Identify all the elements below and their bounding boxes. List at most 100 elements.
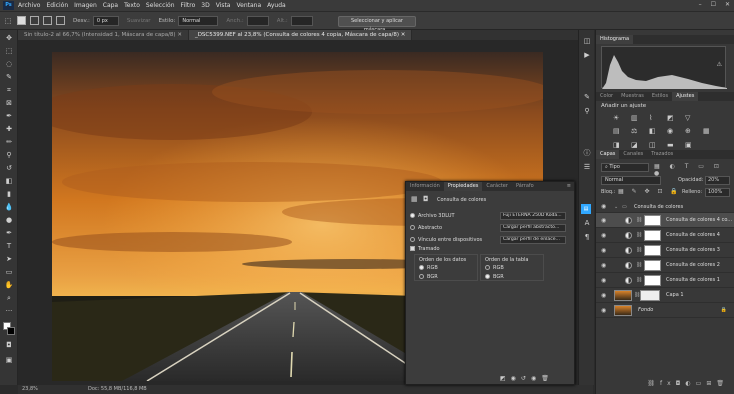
frame-tool-icon[interactable]: ⊠ bbox=[4, 98, 14, 108]
layer-thumbnail[interactable] bbox=[614, 305, 632, 316]
menu-ventana[interactable]: Ventana bbox=[236, 2, 261, 9]
blur-tool-icon[interactable]: 💧 bbox=[4, 202, 14, 212]
blend-mode-select[interactable]: Normal bbox=[601, 176, 661, 185]
visibility-eye-icon[interactable]: ◉ bbox=[601, 213, 606, 228]
new-layer-icon[interactable]: ⊞ bbox=[706, 380, 716, 387]
paragraph-panel-icon[interactable]: ¶ bbox=[582, 232, 592, 242]
channel-mixer-icon[interactable]: ⊕ bbox=[685, 127, 697, 136]
view-previous-icon[interactable]: ◉ bbox=[511, 375, 521, 382]
layer-mask-thumbnail[interactable] bbox=[644, 260, 661, 271]
menu-texto[interactable]: Texto bbox=[124, 2, 140, 9]
tab-propiedades[interactable]: Propiedades bbox=[443, 182, 483, 191]
add-selection-icon[interactable] bbox=[30, 16, 39, 25]
layer-row[interactable]: ◉ ⛓ Consulta de colores 2 bbox=[596, 258, 734, 273]
clone-source-icon[interactable]: ⚲ bbox=[582, 106, 592, 116]
layer-row[interactable]: ◉ ⛓ Capa 1 bbox=[596, 288, 734, 303]
character-panel-icon[interactable]: A bbox=[582, 218, 592, 228]
trash-icon[interactable]: 🗑 bbox=[716, 380, 729, 387]
data-order-rgb[interactable]: RGB bbox=[419, 265, 438, 271]
selective-color-icon[interactable]: ▣ bbox=[685, 141, 697, 150]
shape-tool-icon[interactable]: ▭ bbox=[4, 267, 14, 277]
actions-panel-icon[interactable]: ▶ bbox=[582, 50, 592, 60]
close-icon[interactable]: ✕ bbox=[725, 1, 730, 8]
menu-seleccion[interactable]: Selección bbox=[146, 2, 175, 9]
opacity-input[interactable]: 20% bbox=[705, 176, 730, 185]
color-lookup-icon[interactable]: ▦ bbox=[703, 127, 715, 136]
menu-imagen[interactable]: Imagen bbox=[74, 2, 97, 9]
tab-dsc5399[interactable]: _DSC5399.NEF al 23,8% (Consulta de color… bbox=[188, 30, 413, 40]
chain-icon[interactable]: ⛓ bbox=[636, 228, 642, 243]
levels-icon[interactable]: ▥ bbox=[631, 114, 643, 123]
menu-archivo[interactable]: Archivo bbox=[18, 2, 40, 9]
gradient-tool-icon[interactable]: ▮ bbox=[4, 189, 14, 199]
curves-icon[interactable]: ⌇ bbox=[649, 114, 661, 123]
tab-muestras[interactable]: Muestras bbox=[617, 92, 648, 101]
pen-tool-icon[interactable]: ✒ bbox=[4, 228, 14, 238]
new-selection-icon[interactable] bbox=[17, 16, 26, 25]
minimize-icon[interactable]: – bbox=[699, 1, 702, 8]
type-tool-icon[interactable]: T bbox=[4, 241, 14, 251]
menu-edicion[interactable]: Edición bbox=[46, 2, 68, 9]
quick-select-tool-icon[interactable]: ✎ bbox=[4, 72, 14, 82]
layer-thumbnail[interactable] bbox=[614, 290, 632, 301]
visibility-eye-icon[interactable]: ◉ bbox=[601, 273, 606, 288]
layer-row[interactable]: ◉ ⛓ Consulta de colores 4 co... bbox=[596, 213, 734, 228]
brightness-icon[interactable]: ☀ bbox=[613, 114, 625, 123]
style-select[interactable]: Normal bbox=[178, 15, 219, 26]
table-order-bgr[interactable]: BGR bbox=[485, 274, 504, 280]
histogram-warning-icon[interactable]: ⚠ bbox=[717, 61, 722, 68]
layer-row[interactable]: ◉ ⛓ Consulta de colores 3 bbox=[596, 243, 734, 258]
tab-canales[interactable]: Canales bbox=[619, 150, 647, 159]
tab-histograma[interactable]: Histograma bbox=[596, 35, 634, 44]
layer-group-row[interactable]: ◉ ⌄ ▭ Consulta de colores bbox=[596, 201, 734, 213]
clip-to-layer-icon[interactable]: ◩ bbox=[500, 375, 511, 382]
menu-3d[interactable]: 3D bbox=[201, 2, 209, 9]
invert-icon[interactable]: ◨ bbox=[613, 141, 625, 150]
tab-ajustes[interactable]: Ajustes bbox=[672, 92, 699, 101]
tab-estilos[interactable]: Estilos bbox=[648, 92, 672, 101]
dither-checkbox[interactable]: Tramado bbox=[410, 246, 440, 252]
zoom-tool-icon[interactable]: ⌕ bbox=[4, 293, 14, 303]
path-select-icon[interactable]: ➤ bbox=[4, 254, 14, 264]
tab-trazados[interactable]: Trazados bbox=[647, 150, 677, 159]
zoom-level[interactable]: 23,8% bbox=[22, 385, 38, 394]
screen-mode-icon[interactable]: ▣ bbox=[4, 355, 14, 365]
menu-ayuda[interactable]: Ayuda bbox=[267, 2, 286, 9]
tab-caracter[interactable]: Carácter bbox=[482, 182, 512, 191]
dodge-tool-icon[interactable]: ● bbox=[4, 215, 14, 225]
chain-icon[interactable]: ⛓ bbox=[636, 243, 642, 258]
reset-icon[interactable]: ↺ bbox=[521, 375, 531, 382]
layer-mask-thumbnail[interactable] bbox=[644, 230, 661, 241]
antialias-checkbox[interactable]: Suavizar bbox=[127, 18, 151, 24]
option-device-link[interactable]: Vínculo entre dispositivos bbox=[410, 237, 482, 243]
black-white-icon[interactable]: ◧ bbox=[649, 127, 661, 136]
visibility-eye-icon[interactable]: ◉ bbox=[601, 288, 606, 303]
layer-mask-thumbnail[interactable] bbox=[644, 215, 661, 226]
link-layers-icon[interactable]: ⛓ bbox=[647, 380, 660, 387]
maximize-icon[interactable]: ☐ bbox=[711, 1, 716, 8]
tab-sin-titulo-2[interactable]: Sin título-2 al 66,7% (Intensidad 1, Más… bbox=[18, 30, 189, 40]
tab-informacion[interactable]: Información bbox=[406, 182, 444, 191]
move-tool-icon[interactable]: ✥ bbox=[4, 33, 14, 43]
marquee-tool-icon[interactable]: ⬚ bbox=[4, 46, 14, 56]
layer-row[interactable]: ◉ Fondo 🔒 bbox=[596, 303, 734, 318]
menu-capa[interactable]: Capa bbox=[103, 2, 118, 9]
exposure-icon[interactable]: ◩ bbox=[667, 114, 679, 123]
fx-icon[interactable]: fx bbox=[660, 380, 676, 387]
layer-row[interactable]: ◉ ⛓ Consulta de colores 4 bbox=[596, 228, 734, 243]
table-order-rgb[interactable]: RGB bbox=[485, 265, 504, 271]
eyedropper-tool-icon[interactable]: ✒ bbox=[4, 111, 14, 121]
chain-icon[interactable]: ⛓ bbox=[636, 273, 642, 288]
hand-tool-icon[interactable]: ✋ bbox=[4, 280, 14, 290]
gradient-map-icon[interactable]: ▬ bbox=[667, 141, 679, 150]
tab-capas[interactable]: Capas bbox=[596, 150, 620, 159]
data-order-bgr[interactable]: BGR bbox=[419, 274, 438, 280]
layer-row[interactable]: ◉ ⛓ Consulta de colores 1 bbox=[596, 273, 734, 288]
chain-icon[interactable]: ⛓ bbox=[636, 258, 642, 273]
width-input[interactable] bbox=[246, 15, 269, 26]
option-3dlut[interactable]: Archivo 3DLUT bbox=[410, 213, 455, 219]
visibility-eye-icon[interactable]: ◉ bbox=[601, 243, 606, 258]
visibility-eye-icon[interactable]: ◉ bbox=[531, 375, 541, 382]
tab-color[interactable]: Color bbox=[596, 92, 617, 101]
background-color-swatch[interactable] bbox=[7, 327, 15, 335]
